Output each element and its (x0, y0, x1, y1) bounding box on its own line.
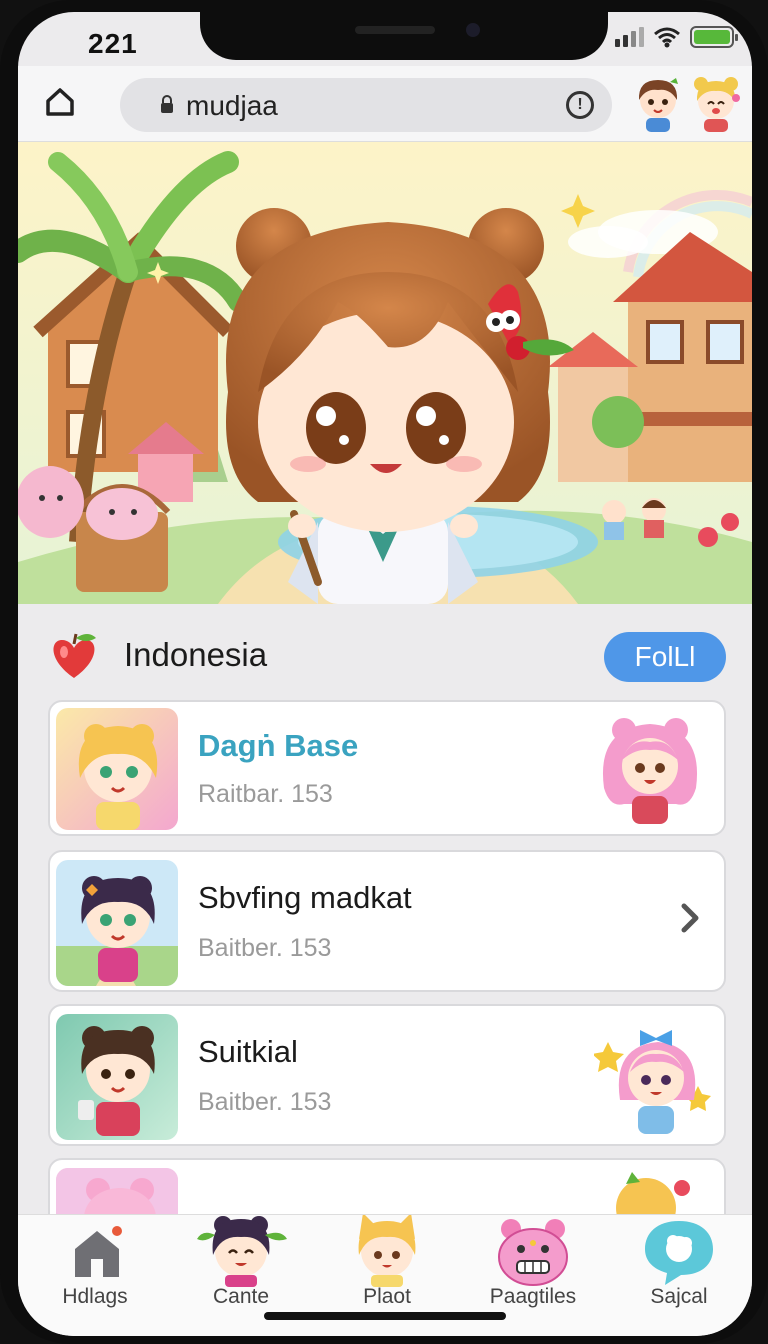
status-time: 221 (88, 28, 138, 59)
tab-hdlags[interactable]: Hdlags (22, 1215, 168, 1336)
hero-banner (18, 142, 752, 604)
tab-label: Hdlags (62, 1285, 128, 1308)
pink-bear-icon (498, 1219, 568, 1286)
brown-hair-character-image (56, 1014, 178, 1140)
card-title: Sbvfing madkat (198, 880, 412, 915)
card-thumbnail (56, 708, 178, 830)
phone-frame: 221 mudjaa ! Indonesia FolLl Dagṅ Base R… (0, 0, 768, 1344)
home-button[interactable] (40, 82, 80, 122)
tab-label: Paagtiles (489, 1285, 577, 1308)
avatar-brown-hair[interactable] (630, 74, 686, 134)
url-text: mudjaa (186, 90, 278, 121)
cat-character-icon (358, 1215, 416, 1287)
blonde-character-image (56, 708, 178, 830)
battery-icon (690, 26, 738, 48)
follow-button[interactable]: FolLl (604, 632, 726, 682)
lock-icon (161, 95, 173, 113)
pink-bow-character-icon (594, 1030, 711, 1134)
signal-icon (615, 27, 644, 47)
card-thumbnail (56, 1014, 178, 1140)
address-bar[interactable]: mudjaa ! (120, 78, 612, 132)
notch (200, 12, 608, 60)
chevron-right-icon[interactable] (678, 898, 702, 938)
card-title: Dagṅ Base (198, 728, 359, 763)
section-title: Indonesia (124, 636, 268, 673)
status-icons (615, 26, 738, 48)
card-subtitle: Baitber. 153 (198, 934, 332, 962)
section-header: Indonesia FolLl (18, 618, 752, 690)
avatar-blonde-bear[interactable] (688, 74, 744, 134)
tab-label: Sajcal (650, 1285, 708, 1308)
heart-fruit-icon (53, 633, 96, 678)
speaker (355, 26, 435, 34)
card-subtitle: Baitber. 153 (198, 1088, 332, 1116)
pink-hair-character-icon (602, 718, 698, 824)
character-icon (197, 1216, 287, 1287)
house-icon (75, 1226, 122, 1277)
tab-sajcal[interactable]: Sajcal (606, 1215, 752, 1336)
tab-label: Plaot (363, 1285, 411, 1308)
profile-avatars (630, 74, 744, 134)
card-subtitle: Raitbar. 153 (198, 780, 333, 808)
card-thumbnail (56, 860, 178, 986)
dark-hair-character-image (56, 860, 178, 986)
screen: 221 mudjaa ! Indonesia FolLl Dagṅ Base R… (18, 12, 752, 1336)
browser-toolbar: mudjaa ! (18, 66, 752, 142)
wifi-icon (654, 27, 680, 48)
list-item[interactable]: Suitkial Baitber. 153 (48, 1004, 726, 1146)
chat-bubble-icon (645, 1221, 713, 1285)
hero-illustration (18, 142, 752, 604)
tab-label: Cante (212, 1285, 270, 1308)
home-outline-icon (46, 88, 74, 116)
info-icon[interactable]: ! (566, 91, 594, 119)
front-camera (466, 23, 480, 37)
list-item[interactable]: Dagṅ Base Raitbar. 153 (48, 700, 726, 836)
home-indicator[interactable] (264, 1312, 506, 1320)
card-title: Suitkial (198, 1034, 298, 1069)
list-item[interactable]: Sbvfing madkat Baitber. 153 (48, 850, 726, 992)
